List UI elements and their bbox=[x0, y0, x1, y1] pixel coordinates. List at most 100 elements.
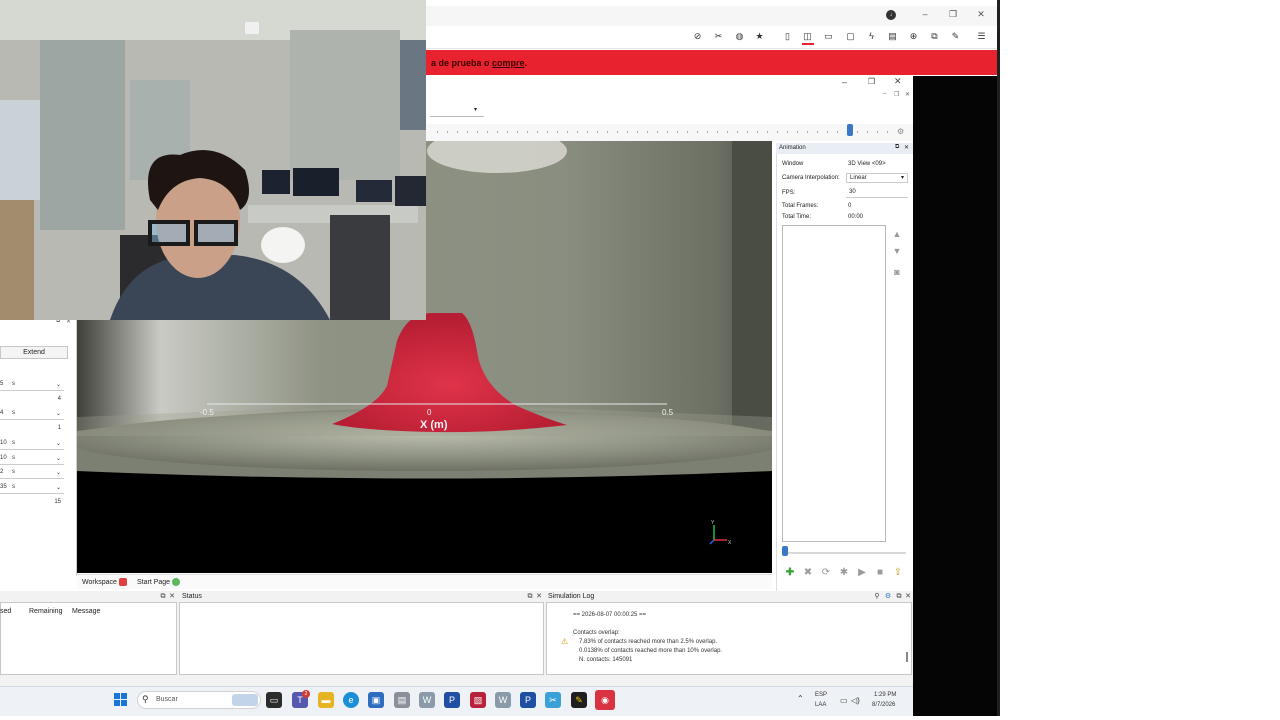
panel-close-icon[interactable]: ✕ bbox=[904, 144, 909, 151]
task-view-icon[interactable]: ▭ bbox=[266, 692, 282, 708]
duration-select[interactable]: 5 s ⌄ bbox=[0, 379, 64, 391]
duration-select[interactable]: 35 s ⌄ bbox=[0, 482, 64, 494]
export-icon[interactable]: ⇪ bbox=[892, 567, 904, 579]
keyframe-list[interactable] bbox=[782, 225, 886, 542]
document-icon[interactable]: ▯ bbox=[782, 31, 793, 42]
log-scrollbar[interactable] bbox=[906, 652, 908, 662]
download-icon[interactable]: ↓ bbox=[886, 10, 896, 20]
panel-float-icon[interactable]: ⧉ bbox=[159, 593, 167, 601]
pen-icon[interactable]: ✎ bbox=[950, 31, 961, 42]
keyboard-icon[interactable]: ▤ bbox=[887, 31, 898, 42]
network-icon[interactable]: ▭ bbox=[840, 696, 848, 705]
no-image-icon[interactable]: ⊘ bbox=[692, 31, 703, 42]
duration-select[interactable]: 10 s ⌄ bbox=[0, 438, 64, 450]
timeline-settings-icon[interactable]: ⚙ bbox=[897, 127, 904, 136]
doc-minimize-button[interactable]: – bbox=[883, 91, 886, 97]
globe-icon[interactable]: ⊕ bbox=[908, 31, 919, 42]
app-icon-4[interactable]: P bbox=[520, 692, 536, 708]
rocky-icon[interactable]: ▧ bbox=[470, 692, 486, 708]
bolt-icon[interactable]: ϟ bbox=[866, 31, 877, 42]
recorder-icon[interactable]: ◉ bbox=[595, 690, 615, 710]
minimize-button[interactable]: – bbox=[919, 8, 931, 20]
star-icon[interactable]: ★ bbox=[754, 31, 765, 42]
panel-close-icon[interactable]: ✕ bbox=[168, 593, 176, 601]
play-icon[interactable]: ▶ bbox=[856, 567, 868, 579]
chevron-up-icon[interactable]: ⌃ bbox=[797, 694, 804, 703]
count-field[interactable]: 1 bbox=[0, 423, 64, 435]
row-unit: s bbox=[12, 469, 15, 475]
panel-close-icon[interactable]: ✕ bbox=[904, 593, 912, 601]
view-combo[interactable]: ▾ bbox=[430, 106, 484, 117]
notepad-icon[interactable]: ✎ bbox=[571, 692, 587, 708]
duration-select[interactable]: 10 s ⌄ bbox=[0, 453, 64, 465]
animation-slider-handle[interactable] bbox=[782, 546, 788, 556]
app-icon-1[interactable]: ▤ bbox=[394, 692, 410, 708]
panel-float-icon[interactable]: ⧉ bbox=[895, 593, 903, 601]
app-minimize-button[interactable]: – bbox=[842, 77, 847, 87]
row-number: 2 bbox=[0, 469, 4, 475]
extend-button[interactable]: Extend bbox=[0, 346, 68, 359]
app-restore-button[interactable]: ❐ bbox=[868, 77, 875, 86]
refresh-icon[interactable]: ⟳ bbox=[820, 567, 832, 579]
restore-button[interactable]: ❐ bbox=[947, 8, 959, 20]
log-heading: Contacts overlap: bbox=[573, 630, 620, 636]
app-icon-3[interactable]: W bbox=[495, 692, 511, 708]
add-keyframe-icon[interactable]: ✚ bbox=[784, 567, 796, 579]
tab-start-page-label: Start Page bbox=[137, 578, 171, 586]
fps-input[interactable]: 30 bbox=[846, 188, 908, 198]
app-toolbar bbox=[426, 101, 913, 123]
delete-keyframe-icon[interactable]: ✖ bbox=[802, 567, 814, 579]
store-icon[interactable]: ▣ bbox=[368, 692, 384, 708]
log-timestamp: == 2026-08-07 00:00:25 == bbox=[573, 612, 647, 618]
move-up-icon[interactable]: ▲ bbox=[891, 228, 903, 240]
stop-icon[interactable]: ■ bbox=[874, 567, 886, 579]
reader-icon[interactable]: ◫ bbox=[802, 31, 813, 42]
filter-icon[interactable]: ⚲ bbox=[873, 593, 881, 601]
scrollbar-strip[interactable] bbox=[997, 0, 1000, 716]
duration-select[interactable]: 4 s ⌄ bbox=[0, 408, 64, 420]
camera-icon[interactable]: ◙ bbox=[891, 266, 903, 278]
panel-float-icon[interactable]: ⧉ bbox=[895, 144, 899, 151]
move-down-icon[interactable]: ▼ bbox=[891, 245, 903, 257]
animation-title: Animation bbox=[779, 145, 806, 151]
language-bottom[interactable]: LAA bbox=[815, 702, 826, 708]
volume-icon[interactable]: ◁) bbox=[851, 696, 860, 705]
count-field[interactable]: 15 bbox=[0, 497, 64, 509]
close-button[interactable]: ✕ bbox=[975, 8, 987, 20]
pin-icon[interactable]: ⚙ bbox=[884, 593, 892, 601]
fps-label: FPS: bbox=[782, 190, 796, 196]
app-icon-2[interactable]: W bbox=[419, 692, 435, 708]
count-field[interactable]: 4 bbox=[0, 394, 64, 406]
app-close-button[interactable]: ✕ bbox=[894, 76, 902, 87]
timeline-track[interactable] bbox=[437, 131, 892, 133]
doc-close-button[interactable]: ✕ bbox=[905, 91, 910, 98]
cut-icon[interactable]: ✂ bbox=[713, 31, 724, 42]
window-icon[interactable]: ▭ bbox=[823, 31, 834, 42]
comment-icon[interactable]: ▢ bbox=[845, 31, 856, 42]
panel-close-icon[interactable]: ✕ bbox=[535, 593, 543, 601]
database-icon[interactable]: ◍ bbox=[734, 31, 745, 42]
clock-date[interactable]: 8/7/2026 bbox=[872, 702, 895, 708]
active-tool-underline bbox=[802, 43, 814, 45]
add-icon[interactable] bbox=[172, 578, 181, 586]
windows-start-icon[interactable] bbox=[114, 693, 128, 707]
extension-icon[interactable]: ⧉ bbox=[929, 31, 940, 42]
tab-start-page[interactable]: Start Page bbox=[137, 578, 181, 586]
snipping-icon[interactable]: ✂ bbox=[545, 692, 561, 708]
doc-restore-button[interactable]: ❐ bbox=[894, 91, 899, 98]
menu-icon[interactable]: ☰ bbox=[976, 31, 987, 42]
buy-link[interactable]: compre bbox=[492, 58, 525, 68]
edge-icon[interactable]: e bbox=[343, 692, 359, 708]
word-icon[interactable]: P bbox=[444, 692, 460, 708]
timeline-handle[interactable] bbox=[847, 124, 853, 136]
file-explorer-icon[interactable]: ▬ bbox=[318, 692, 334, 708]
clock-time[interactable]: 1:29 PM bbox=[874, 692, 896, 698]
language-top[interactable]: ESP bbox=[815, 692, 827, 698]
close-icon[interactable] bbox=[118, 578, 127, 586]
settings-icon[interactable]: ✱ bbox=[838, 567, 850, 579]
tab-workspace[interactable]: Workspace bbox=[82, 578, 127, 586]
animation-slider-track[interactable] bbox=[782, 552, 906, 554]
panel-float-icon[interactable]: ⧉ bbox=[526, 593, 534, 601]
duration-select[interactable]: 2 s ⌄ bbox=[0, 467, 64, 479]
camera-interp-select[interactable]: Linear ▾ bbox=[846, 173, 908, 183]
